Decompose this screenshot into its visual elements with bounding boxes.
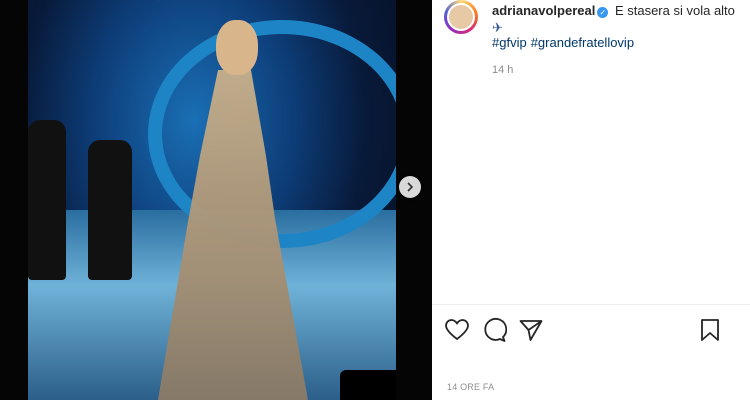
heart-icon[interactable] — [444, 317, 470, 343]
bookmark-icon[interactable] — [697, 317, 723, 343]
background-person — [28, 120, 66, 280]
post-photo[interactable] — [28, 0, 396, 400]
action-bar — [444, 317, 734, 343]
hashtag-link[interactable]: #grandefratellovip — [531, 35, 634, 50]
comment-icon[interactable] — [481, 317, 507, 343]
post-date: 14 ORE FA — [447, 382, 495, 392]
caption-timestamp: 14 h — [492, 64, 514, 76]
phone-screen — [340, 370, 396, 400]
username-link[interactable]: adrianavolpereal — [492, 3, 595, 18]
divider — [432, 304, 750, 305]
paper-plane-icon[interactable] — [518, 317, 544, 343]
hashtag-link[interactable]: #gfvip — [492, 35, 527, 50]
verified-badge-icon: ✓ — [597, 7, 609, 18]
avatar[interactable] — [444, 0, 478, 34]
chevron-right-icon — [407, 182, 414, 192]
next-photo-button[interactable] — [399, 176, 421, 198]
figure-head — [216, 20, 258, 75]
airplane-emoji-icon: ✈ — [492, 20, 503, 35]
hashtag-list: #gfvip #grandefratellovip — [492, 35, 638, 50]
caption-text: E stasera si vola alto — [614, 3, 735, 18]
caption: adrianavolpereal ✓ E stasera si vola alto — [492, 2, 742, 19]
background-person — [88, 140, 132, 280]
